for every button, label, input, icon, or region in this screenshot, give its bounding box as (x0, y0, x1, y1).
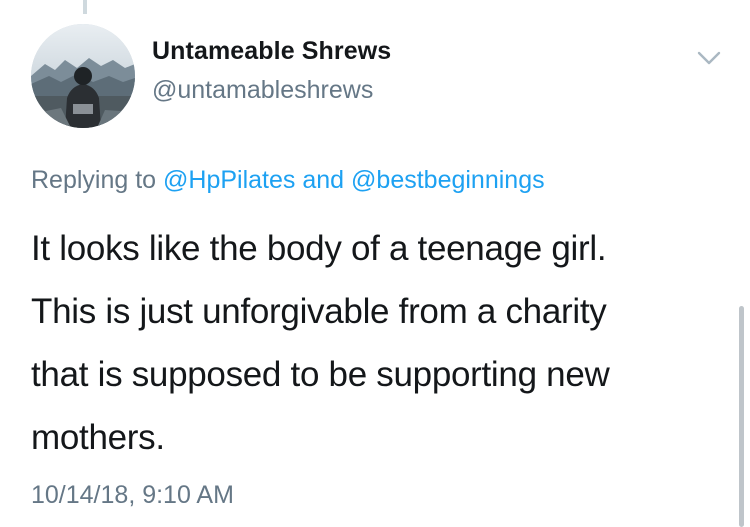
tweet-text-line: that is supposed to be supporting new (31, 355, 610, 394)
replying-to-line: Replying to @HpPilates and @bestbeginnin… (31, 166, 545, 195)
mention-connector: and (302, 166, 345, 194)
replying-to-label: Replying to (31, 166, 157, 194)
avatar-image (31, 24, 135, 128)
avatar[interactable] (31, 24, 135, 128)
user-handle[interactable]: @untamableshrews (152, 76, 373, 105)
tweet-text-line: It looks like the body of a teenage girl… (31, 229, 607, 268)
tweet-detail: Untameable Shrews @untamableshrews Reply… (0, 0, 750, 527)
tweet-text-line: mothers. (31, 418, 165, 457)
scrollbar[interactable] (739, 306, 744, 527)
thread-connector-line (83, 0, 87, 14)
tweet-timestamp[interactable]: 10/14/18, 9:10 AM (31, 481, 234, 510)
display-name[interactable]: Untameable Shrews (152, 37, 391, 66)
tweet-text-line: This is just unforgivable from a charity (31, 292, 607, 331)
tweet-body: It looks like the body of a teenage girl… (31, 217, 731, 469)
mention-link[interactable]: @bestbeginnings (351, 166, 545, 194)
chevron-down-icon[interactable] (694, 46, 724, 70)
mention-link[interactable]: @HpPilates (163, 166, 295, 194)
